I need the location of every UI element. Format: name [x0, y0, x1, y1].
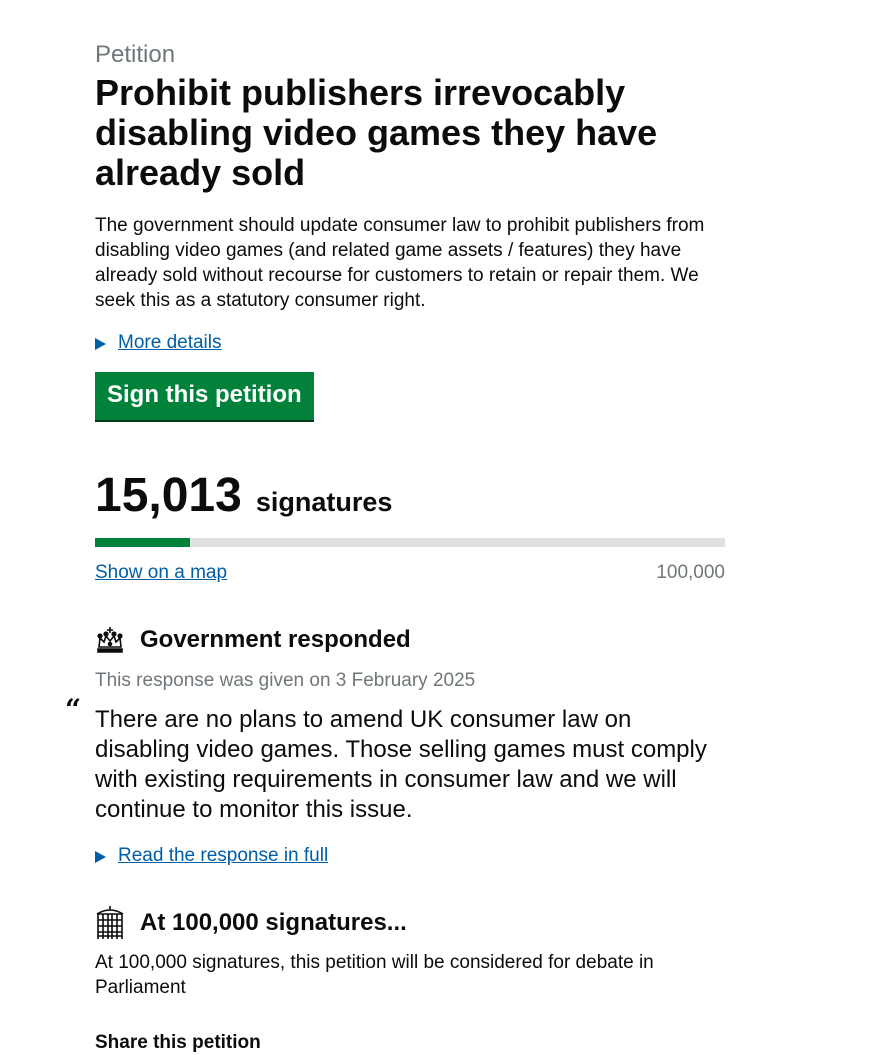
- more-details-toggle[interactable]: More details: [95, 330, 725, 355]
- triangle-right-icon: [95, 850, 106, 863]
- read-response-toggle[interactable]: Read the response in full: [95, 843, 725, 868]
- triangle-right-icon: [95, 337, 106, 350]
- portcullis-icon: [96, 906, 124, 939]
- response-quote: “ There are no plans to amend UK consume…: [65, 695, 720, 825]
- signature-progress-fill: [95, 538, 190, 547]
- show-on-map-link[interactable]: Show on a map: [95, 560, 227, 585]
- signature-label: signatures: [255, 487, 393, 517]
- government-response-heading: Government responded: [95, 625, 725, 655]
- debate-threshold-text: At 100,000 signatures, this petition wil…: [95, 952, 654, 998]
- share-petition-heading: Share this petition: [95, 1032, 261, 1053]
- signature-count-row: 15,013 signatures: [95, 468, 725, 524]
- debate-threshold-title: At 100,000 signatures...: [140, 909, 407, 936]
- petition-summary: The government should update consumer la…: [95, 215, 705, 311]
- signature-progress-bar: [95, 538, 725, 547]
- response-date: This response was given on 3 February 20…: [95, 670, 476, 691]
- crown-icon: [97, 627, 123, 653]
- sign-petition-button[interactable]: Sign this petition: [95, 372, 314, 420]
- signature-count: 15,013: [95, 469, 242, 522]
- more-details-link[interactable]: More details: [118, 330, 222, 355]
- petition-title: Prohibit publishers irrevocably disablin…: [95, 72, 658, 193]
- signature-threshold: 100,000: [656, 561, 725, 583]
- debate-threshold-heading: At 100,000 signatures...: [95, 906, 725, 940]
- map-row: Show on a map 100,000: [95, 560, 725, 585]
- petition-page: Petition Prohibit publishers irrevocably…: [65, 40, 725, 1055]
- response-quote-text: There are no plans to amend UK consumer …: [95, 706, 707, 823]
- read-response-link[interactable]: Read the response in full: [118, 843, 328, 868]
- quote-mark-icon: “: [65, 693, 82, 726]
- government-response-title: Government responded: [140, 626, 411, 653]
- page-caption: Petition: [95, 41, 176, 68]
